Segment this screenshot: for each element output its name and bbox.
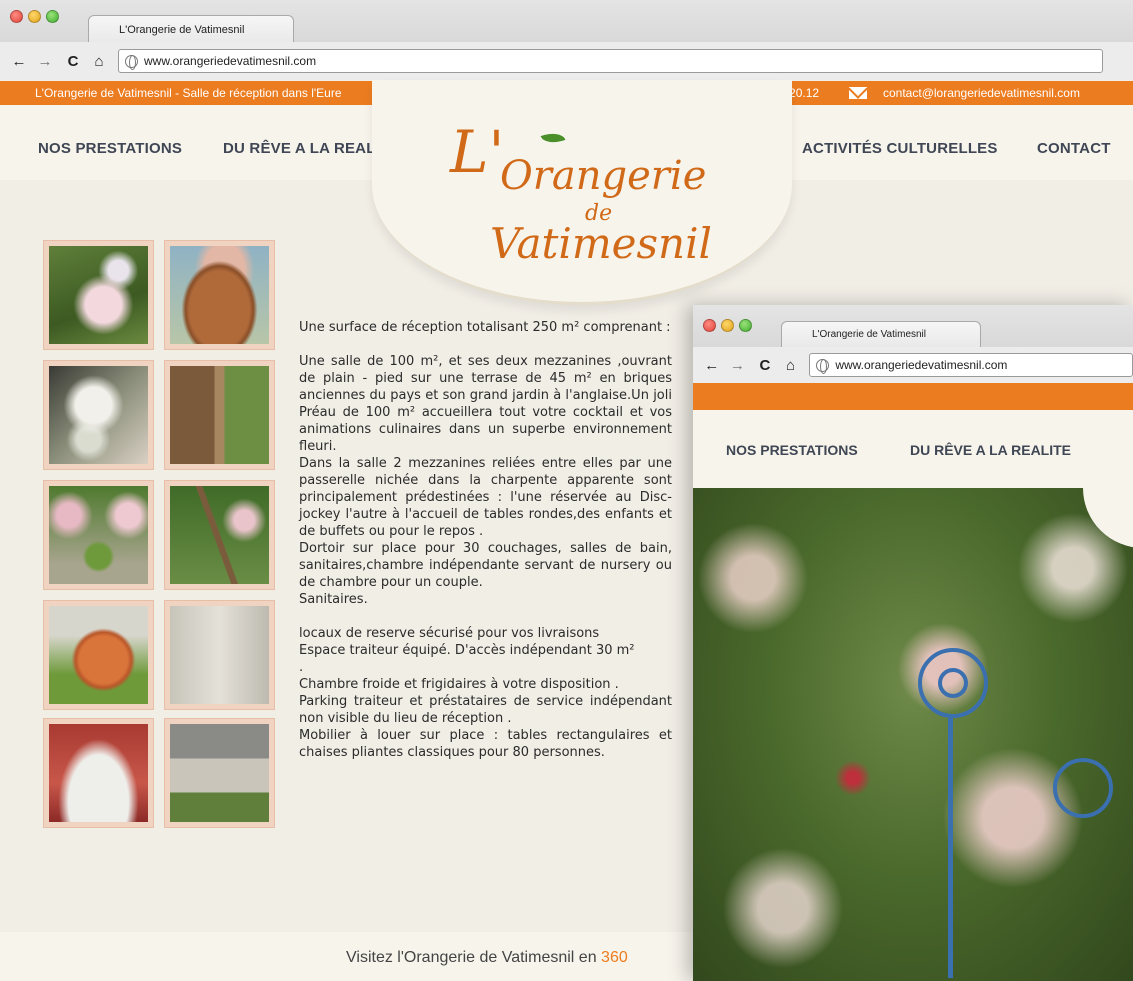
globe-icon [816,358,830,374]
nav-prestations[interactable]: NOS PRESTATIONS [38,140,182,157]
address-bar[interactable]: www.orangeriedevatimesnil.com [118,49,1103,73]
gallery-photo[interactable] [43,360,154,470]
gallery-photo[interactable] [43,600,154,710]
inset-back-button[interactable]: ← [701,357,723,374]
logo-text-l: L' [450,118,505,186]
mail-icon [849,87,867,99]
virtual-tour-text: Visitez l'Orangerie de Vatimesnil en 360 [346,949,628,967]
paragraph: Une salle de 100 m², et ses deux mezzani… [299,354,672,454]
inset-browser-window: L'Orangerie de Vatimesnil ← → C ⌂ www.or… [693,305,1133,981]
zoom-window-button[interactable] [46,10,59,23]
inset-home-button[interactable]: ⌂ [780,357,802,374]
inset-minimize-button[interactable] [721,319,734,332]
back-button[interactable]: ← [8,53,30,70]
site-tagline: L'Orangerie de Vatimesnil - Salle de réc… [35,86,342,100]
logo-text-vatimesnil: Vatimesnil [490,219,712,268]
inset-tab-title: L'Orangerie de Vatimesnil [812,329,927,340]
inset-address-bar[interactable]: www.orangeriedevatimesnil.com [809,353,1133,377]
nav-contact[interactable]: CONTACT [1037,140,1111,157]
ironwork-swirl [938,668,968,698]
paragraph: Dans la salle 2 mezzanines reliées entre… [299,456,672,539]
close-window-button[interactable] [10,10,23,23]
gallery-photo[interactable] [43,240,154,350]
browser-toolbar: ← → C ⌂ www.orangeriedevatimesnil.com [0,42,1133,80]
paragraph: Mobilier à louer sur place : tables rect… [299,728,672,760]
gallery-photo[interactable] [43,718,154,828]
virtual-tour-banner[interactable]: Visitez l'Orangerie de Vatimesnil en 360 [0,932,700,981]
tab-strip: L'Orangerie de Vatimesnil [0,0,1133,43]
site-logo[interactable]: L' Orangerie de Vatimesnil [430,118,720,288]
inset-nav-prestations[interactable]: NOS PRESTATIONS [726,442,858,458]
inset-top-bar [693,383,1133,410]
leaf-icon [540,128,566,148]
virtual-tour-label: Visitez l'Orangerie de Vatimesnil en [346,949,597,966]
logo-text-orangerie: Orangerie [500,153,707,199]
inset-toolbar: ← → C ⌂ www.orangeriedevatimesnil.com [693,347,1133,383]
paragraph: Sanitaires. [299,592,368,607]
ironwork-swirl [1053,758,1113,818]
gallery-photo[interactable] [164,240,275,350]
gallery-photo[interactable] [164,360,275,470]
gallery-photo[interactable] [164,600,275,710]
paragraph: Chambre froide et frigidaires à votre di… [299,677,619,692]
globe-icon [125,54,138,70]
garden-hero-image [693,488,1133,981]
home-button[interactable]: ⌂ [88,53,110,70]
inset-forward-button[interactable]: → [727,357,749,374]
paragraph: Une surface de réception totalisant 250 … [299,320,671,335]
gallery-photo[interactable] [43,480,154,590]
reception-description: Une surface de réception totalisant 250 … [299,319,672,761]
browser-tab[interactable]: L'Orangerie de Vatimesnil [88,15,294,43]
email-link[interactable]: contact@lorangeriedevatimesnil.com [883,86,1080,100]
gallery-photo[interactable] [164,480,275,590]
paragraph: Parking traiteur et préstataires de serv… [299,694,672,726]
tab-title: L'Orangerie de Vatimesnil [119,24,245,36]
paragraph: Dortoir sur place pour 30 couchages, sal… [299,541,672,590]
paragraph: locaux de reserve sécurisé pour vos livr… [299,626,600,641]
url-text: www.orangeriedevatimesnil.com [144,54,317,68]
forward-button[interactable]: → [34,53,56,70]
paragraph: Espace traiteur équipé. D'accès indépend… [299,643,635,658]
inset-url-text: www.orangeriedevatimesnil.com [835,358,1008,372]
inset-close-button[interactable] [703,319,716,332]
inset-browser-chrome: L'Orangerie de Vatimesnil ← → C ⌂ www.or… [693,305,1133,383]
window-controls [10,10,59,23]
inset-browser-tab[interactable]: L'Orangerie de Vatimesnil [781,321,981,347]
inset-reload-button[interactable]: C [754,357,776,374]
inset-nav-reve-realite[interactable]: DU RÊVE A LA REALITE [910,442,1071,458]
nav-activites-culturelles[interactable]: ACTIVITÉS CULTURELLES [802,140,998,157]
minimize-window-button[interactable] [28,10,41,23]
browser-chrome: L'Orangerie de Vatimesnil ← → C ⌂ www.or… [0,0,1133,80]
paragraph: . [299,660,304,675]
gallery-photo[interactable] [164,718,275,828]
inset-window-controls [703,319,752,332]
virtual-tour-360: 360 [601,949,628,966]
ironwork-bar [948,718,953,978]
reload-button[interactable]: C [62,53,84,70]
inset-zoom-button[interactable] [739,319,752,332]
